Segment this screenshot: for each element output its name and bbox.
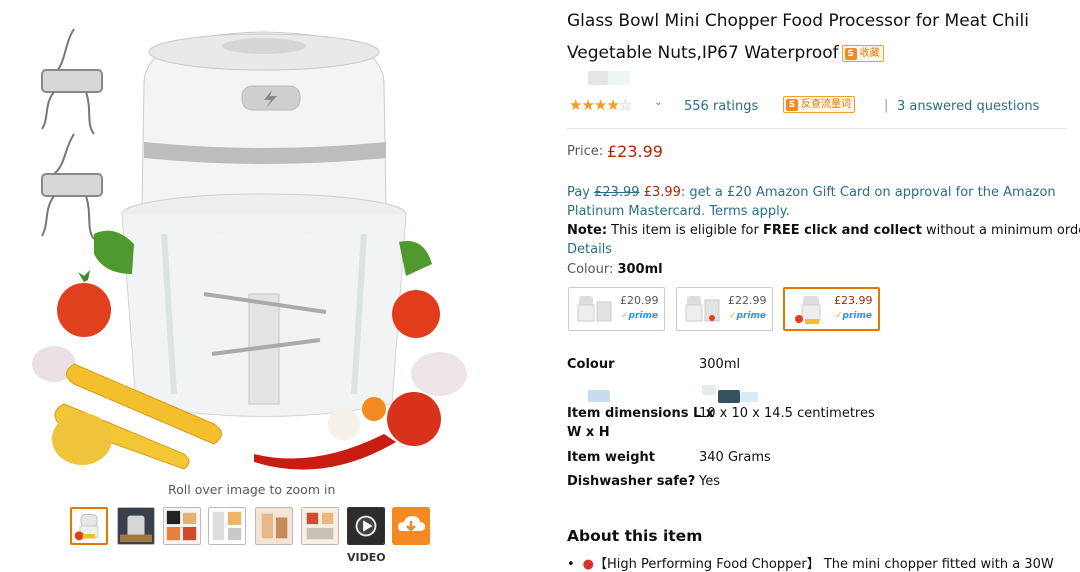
prime-label: prime <box>842 311 872 321</box>
note-label: Note: <box>567 223 608 238</box>
spec-value-dishwasher: Yes <box>699 474 720 489</box>
thumbnail-3[interactable] <box>163 507 201 545</box>
product-title-text: Vegetable Nuts,IP67 Waterproof <box>567 43 839 63</box>
divider <box>567 128 1067 129</box>
separator: | <box>884 98 889 113</box>
colour-option-2[interactable]: £22.99 ✓prime <box>676 287 773 331</box>
prime-label: prime <box>628 311 658 321</box>
spec-label-dimensions: Item dimensions L x <box>567 406 715 421</box>
promo-old-price: £23.99 <box>594 185 640 200</box>
promo-new-price: £3.99 <box>643 185 681 200</box>
answered-questions-link[interactable]: 3 answered questions <box>897 99 1039 114</box>
note-text: This item is eligible for <box>607 223 763 238</box>
note-text-end: without a minimum order. <box>921 223 1080 238</box>
spec-value-dimensions: 10 x 10 x 14.5 centimetres <box>699 406 875 421</box>
blurred-patch <box>702 385 716 395</box>
blurred-patch <box>608 71 630 85</box>
prime-check-icon: ✓ <box>621 311 629 321</box>
prime-badge: ✓prime <box>621 311 658 321</box>
heart-icon: ● <box>582 557 595 572</box>
colour-label: Colour: <box>567 262 618 277</box>
prime-label: prime <box>736 311 766 321</box>
promo-text: : get a £20 Amazon Gift Card on approval… <box>680 185 1056 200</box>
colour-option-1[interactable]: £20.99 ✓prime <box>568 287 665 331</box>
spec-label-colour: Colour <box>567 357 615 372</box>
prime-badge: ✓prime <box>729 311 766 321</box>
main-product-image[interactable] <box>14 14 484 474</box>
spec-label-weight: Item weight <box>567 450 655 465</box>
option-image <box>685 296 720 322</box>
promo-line[interactable]: Pay £23.99 £3.99: get a £20 Amazon Gift … <box>567 185 1056 200</box>
star-icon: ★★★★ <box>569 96 620 114</box>
colour-selected: 300ml <box>617 262 663 277</box>
zoom-hint: Roll over image to zoom in <box>168 482 336 497</box>
option-image <box>577 296 612 322</box>
thumbnail-5[interactable] <box>255 507 293 545</box>
thumbnail-2[interactable] <box>117 507 155 545</box>
price-label: Price: <box>567 144 604 159</box>
s-logo-icon: S <box>844 47 857 60</box>
cloud-download-icon <box>392 507 430 545</box>
traffic-check-badge[interactable]: S 反查流量词 <box>783 96 855 113</box>
option-price: £20.99 <box>620 294 659 307</box>
rating-stars[interactable]: ★★★★☆ <box>569 96 632 114</box>
price-value: £23.99 <box>607 142 663 161</box>
note-bold: FREE click and collect <box>762 223 922 238</box>
option-price: £23.99 <box>834 294 873 307</box>
colour-selection: Colour: 300ml <box>567 262 663 277</box>
about-heading: About this item <box>567 527 703 545</box>
blurred-patch <box>740 392 758 402</box>
prime-check-icon: ✓ <box>729 311 737 321</box>
note-line: Note: This item is eligible for FREE cli… <box>567 223 1080 238</box>
option-image <box>795 296 821 324</box>
promo-line-2[interactable]: Platinum Mastercard. Terms apply. <box>567 204 790 219</box>
thumbnail-1[interactable] <box>70 507 108 545</box>
blurred-patch <box>718 390 740 403</box>
ratings-link[interactable]: 556 ratings <box>684 99 758 114</box>
collect-badge-label: 收藏 <box>859 47 880 59</box>
download-button[interactable] <box>392 507 430 545</box>
spec-value-colour: 300ml <box>699 357 741 372</box>
product-title-line2: Vegetable Nuts,IP67 Waterproof S 收藏 <box>567 43 884 63</box>
blade-image-bottom <box>41 133 103 240</box>
star-empty-icon: ☆ <box>618 96 632 114</box>
details-link[interactable]: Details <box>567 242 612 257</box>
colour-option-3-selected[interactable]: £23.99 ✓prime <box>783 287 880 331</box>
prime-badge: ✓prime <box>835 311 872 321</box>
product-title: Glass Bowl Mini Chopper Food Processor f… <box>567 11 1029 31</box>
about-bullet: • ●【High Performing Food Chopper】 The min… <box>567 553 1054 572</box>
spec-value-weight: 340 Grams <box>699 450 771 465</box>
blurred-patch <box>588 390 610 402</box>
thumbnail-video[interactable] <box>347 507 385 545</box>
prime-check-icon: ✓ <box>835 311 843 321</box>
traffic-check-label: 反查流量词 <box>801 99 851 110</box>
video-label: VIDEO <box>347 551 386 564</box>
spec-label-dishwasher: Dishwasher safe? <box>567 474 696 489</box>
thumbnail-4[interactable] <box>208 507 246 545</box>
collect-badge[interactable]: S 收藏 <box>841 44 884 62</box>
promo-prefix: Pay <box>567 185 595 200</box>
bullet-text: 【High Performing Food Chopper】 The mini … <box>594 557 1054 572</box>
bullet-dot: • <box>567 557 575 572</box>
thumbnail-6[interactable] <box>301 507 339 545</box>
chevron-down-icon[interactable]: ⌄ <box>654 97 662 108</box>
blade-image-top <box>41 28 103 135</box>
blurred-patch <box>588 71 608 85</box>
option-price: £22.99 <box>728 294 767 307</box>
s-logo-icon: S <box>786 99 798 111</box>
spec-label-dimensions-2: W x H <box>567 425 610 440</box>
